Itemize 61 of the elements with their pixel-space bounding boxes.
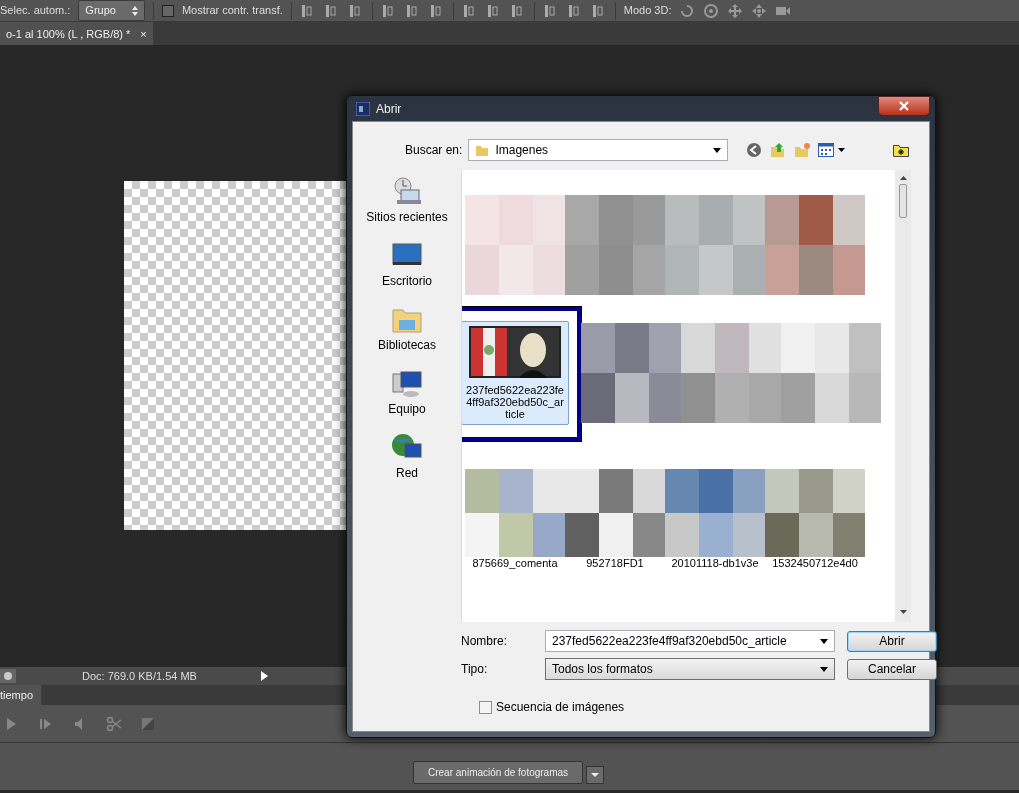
mode-3d-label: Modo 3D: xyxy=(623,3,672,19)
folder-icon[interactable] xyxy=(893,143,909,157)
rotate-icon[interactable] xyxy=(679,2,696,19)
sidebar-item[interactable]: Escritorio xyxy=(382,240,432,290)
close-button[interactable] xyxy=(878,95,930,116)
sidebar-item[interactable]: Bibliotecas xyxy=(378,304,436,354)
scroll-down-icon xyxy=(899,610,907,614)
orbit-icon[interactable] xyxy=(703,2,720,19)
play-arrow-icon[interactable] xyxy=(258,670,269,682)
file-item[interactable]: 952718FD1 xyxy=(565,469,665,569)
auto-select-label: Selec. autom.: xyxy=(0,3,71,19)
drag-icon[interactable] xyxy=(751,2,768,19)
type-label: Tipo: xyxy=(461,661,489,678)
status-icon[interactable] xyxy=(0,669,16,683)
open-button[interactable]: Abrir xyxy=(847,630,937,652)
stepper-icon xyxy=(131,5,138,16)
name-label: Nombre: xyxy=(461,633,508,650)
caret-icon xyxy=(838,148,846,152)
close-button[interactable]: × xyxy=(140,26,147,41)
app-icon xyxy=(356,101,370,116)
show-transform-label: Mostrar contr. transf. xyxy=(181,3,283,19)
look-in-dropdown[interactable]: Imagenes xyxy=(468,139,729,161)
caret-icon xyxy=(820,638,828,644)
grid-view-icon xyxy=(818,143,835,157)
computer-icon xyxy=(391,368,423,398)
up-folder-icon[interactable] xyxy=(770,142,787,158)
sequence-label: Secuencia de imágenes xyxy=(496,699,625,716)
document-tab[interactable]: o-1 al 100% (L , RGB/8) * xyxy=(6,26,131,41)
dropdown-icon[interactable] xyxy=(586,766,605,784)
move-icon[interactable] xyxy=(727,2,744,19)
checkbox[interactable] xyxy=(161,4,174,17)
scissors-icon[interactable] xyxy=(106,715,122,732)
group-dropdown[interactable]: Grupo xyxy=(78,0,145,21)
create-animation-button[interactable]: Crear animación de fotogramas xyxy=(413,761,584,784)
dialog-title: Abrir xyxy=(376,100,402,118)
back-icon[interactable] xyxy=(746,142,763,158)
file-item[interactable]: 20101118-db1v3e xyxy=(665,469,765,569)
scroll-up-icon xyxy=(899,176,907,180)
scrollbar[interactable] xyxy=(895,170,911,622)
timeline-tab[interactable]: tiempo xyxy=(0,685,42,705)
file-type-dropdown[interactable]: Todos los formatos xyxy=(545,658,835,680)
sidebar-item[interactable]: Equipo xyxy=(388,368,426,418)
cancel-button[interactable]: Cancelar xyxy=(847,658,937,680)
file-item[interactable]: 1532450712e4d0 xyxy=(765,469,865,569)
scroll-thumb[interactable] xyxy=(899,184,907,218)
look-in-label: Buscar en: xyxy=(405,142,463,159)
close-icon xyxy=(899,100,909,111)
file-item[interactable]: 875669_comenta xyxy=(465,469,565,569)
folder-icon xyxy=(475,143,490,157)
caret-icon xyxy=(713,147,722,153)
view-menu[interactable] xyxy=(818,143,846,157)
clock-icon xyxy=(391,176,423,206)
sidebar-item[interactable]: Sitios recientes xyxy=(366,176,448,226)
file-name-field[interactable]: 237fed5622ea223fe4ff9af320ebd50c_article xyxy=(545,630,835,652)
checkbox[interactable] xyxy=(479,700,492,714)
caret-icon xyxy=(820,666,828,672)
file-item[interactable]: 237fed5622ea223fe4ff9af320ebd50c_article xyxy=(462,321,569,425)
new-folder-icon[interactable] xyxy=(794,142,811,158)
transition-icon[interactable] xyxy=(140,715,156,732)
doc-info: Doc: 769.0 KB/1.54 MB xyxy=(82,668,197,684)
sidebar-item[interactable]: Red xyxy=(391,432,423,482)
